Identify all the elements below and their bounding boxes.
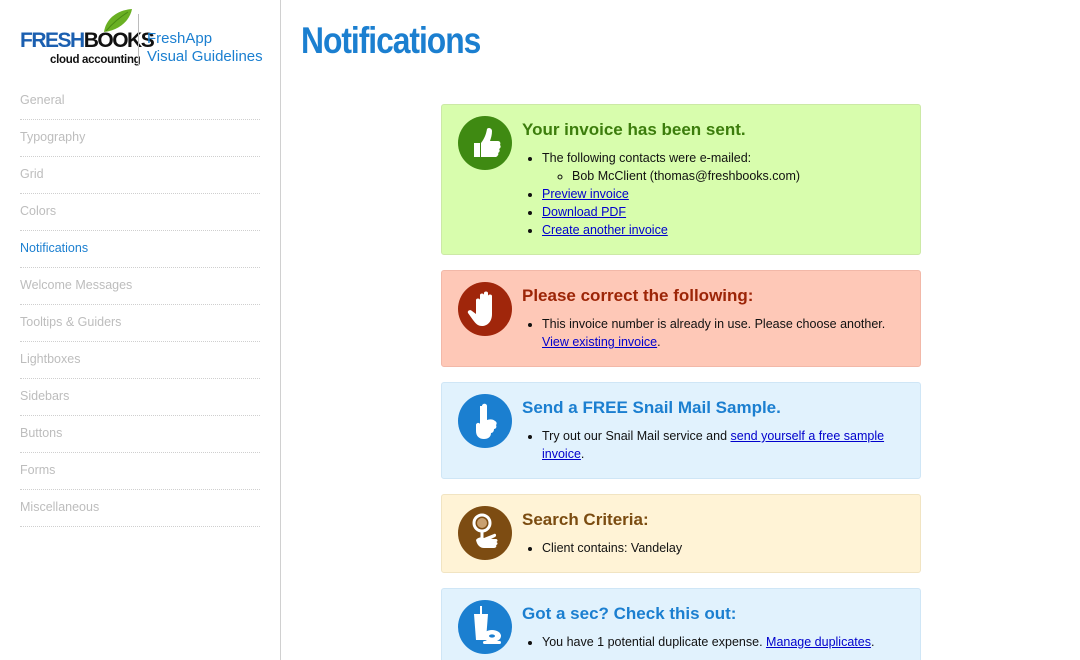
download-pdf-link[interactable]: Download PDF [542, 205, 626, 219]
list-item: You have 1 potential duplicate expense. … [542, 633, 912, 651]
sidebar-item-general[interactable]: General [20, 83, 260, 120]
sidebar-item-colors[interactable]: Colors [20, 194, 260, 231]
app-name: FreshApp [147, 30, 213, 47]
tip-list: You have 1 potential duplicate expense. … [542, 633, 912, 651]
sidebar-item-lightboxes[interactable]: Lightboxes [20, 342, 260, 379]
sidebar-item-miscellaneous[interactable]: Miscellaneous [20, 490, 260, 527]
sidebar: FRESHBOOKS cloud accounting FreshApp Vis… [0, 0, 281, 660]
success-notification: Your invoice has been sent. The followin… [441, 104, 921, 255]
list-item: This invoice number is already in use. P… [542, 315, 912, 351]
list-item: Create another invoice [542, 221, 912, 239]
info-title: Send a FREE Snail Mail Sample. [522, 398, 781, 417]
error-list: This invoice number is already in use. P… [542, 315, 912, 351]
tip-title: Got a sec? Check this out: [522, 604, 737, 623]
tip-text-end: . [870, 635, 875, 649]
contact-sublist: Bob McClient (thomas@freshbooks.com) [572, 167, 912, 185]
sidebar-nav: General Typography Grid Colors Notificat… [20, 83, 260, 527]
pointing-finger-icon [458, 394, 512, 448]
freshbooks-logo[interactable]: FRESHBOOKS cloud accounting [20, 9, 155, 68]
sidebar-item-sidebars[interactable]: Sidebars [20, 379, 260, 416]
info-notification: Send a FREE Snail Mail Sample. Try out o… [441, 382, 921, 479]
sidebar-item-notifications[interactable]: Notifications [20, 231, 260, 268]
search-title: Search Criteria: [522, 510, 649, 529]
app-title: FreshApp Visual Guidelines [147, 30, 263, 66]
tip-notification: Got a sec? Check this out: You have 1 po… [441, 588, 921, 660]
create-another-invoice-link[interactable]: Create another invoice [542, 223, 668, 237]
search-criteria-notification: Search Criteria: Client contains: Vandel… [441, 494, 921, 573]
contacts-text: The following contacts were e-mailed: [542, 151, 752, 165]
contact-item: Bob McClient (thomas@freshbooks.com) [572, 167, 912, 185]
info-text-end: . [580, 447, 585, 461]
brand-header: FRESHBOOKS cloud accounting FreshApp Vis… [20, 9, 270, 70]
page-title: Notifications [301, 20, 481, 61]
list-item: Download PDF [542, 203, 912, 221]
sidebar-item-grid[interactable]: Grid [20, 157, 260, 194]
logo-tagline: cloud accounting [50, 54, 141, 66]
view-existing-invoice-link[interactable]: View existing invoice [542, 335, 657, 349]
sidebar-item-typography[interactable]: Typography [20, 120, 260, 157]
coffee-donut-icon [458, 600, 512, 654]
error-notification: Please correct the following: This invoi… [441, 270, 921, 367]
info-text: Try out our Snail Mail service and [542, 429, 731, 443]
list-item: The following contacts were e-mailed: Bo… [542, 149, 912, 185]
app-subtitle: Visual Guidelines [147, 48, 263, 65]
brand-divider [138, 14, 139, 66]
preview-invoice-link[interactable]: Preview invoice [542, 187, 629, 201]
success-list: The following contacts were e-mailed: Bo… [542, 149, 912, 239]
error-text-end: . [657, 335, 661, 349]
logo-wordmark: FRESHBOOKS [20, 29, 155, 52]
tip-text: You have 1 potential duplicate expense. [542, 635, 767, 649]
success-title: Your invoice has been sent. [522, 120, 746, 139]
sidebar-item-tooltips-guiders[interactable]: Tooltips & Guiders [20, 305, 260, 342]
list-item: Preview invoice [542, 185, 912, 203]
sidebar-item-forms[interactable]: Forms [20, 453, 260, 490]
sidebar-item-buttons[interactable]: Buttons [20, 416, 260, 453]
search-list: Client contains: Vandelay [542, 539, 912, 557]
manage-duplicates-link[interactable]: Manage duplicates [766, 635, 871, 649]
magnifying-glass-icon [458, 506, 512, 560]
info-list: Try out our Snail Mail service and send … [542, 427, 912, 463]
error-text: This invoice number is already in use. P… [542, 317, 886, 331]
sidebar-item-welcome-messages[interactable]: Welcome Messages [20, 268, 260, 305]
list-item: Try out our Snail Mail service and send … [542, 427, 912, 463]
list-item: Client contains: Vandelay [542, 539, 912, 557]
raised-hand-icon [458, 282, 512, 336]
error-title: Please correct the following: [522, 286, 754, 305]
thumbs-up-icon [458, 116, 512, 170]
